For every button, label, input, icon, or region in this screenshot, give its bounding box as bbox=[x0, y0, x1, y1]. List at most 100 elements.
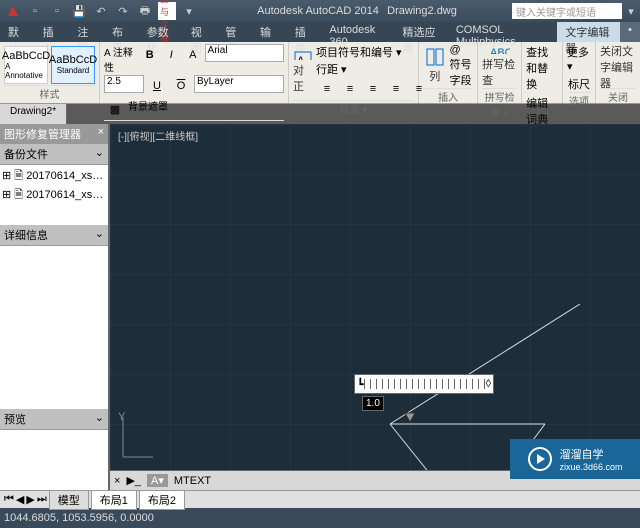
linespacing-dropdown[interactable]: 行距 ▾ bbox=[316, 61, 430, 77]
svg-text:Y: Y bbox=[118, 412, 126, 423]
tab-layout[interactable]: 布局 bbox=[104, 22, 139, 42]
align-justify-icon[interactable]: ≡ bbox=[385, 78, 407, 100]
workspace-indicator[interactable]: 草图与注释 bbox=[158, 2, 176, 20]
svg-text:A: A bbox=[297, 55, 305, 60]
layout-nav-last-icon[interactable]: ⏭ bbox=[37, 493, 47, 506]
section-backup[interactable]: 备份文件⌄ bbox=[0, 144, 108, 165]
text-style-standard[interactable]: AaBbCcD Standard bbox=[51, 46, 95, 84]
chevron-down-icon: ⌄ bbox=[95, 146, 104, 162]
cmd-close-icon[interactable]: × bbox=[114, 475, 120, 487]
column-grip-icon[interactable] bbox=[404, 412, 416, 424]
align-left-icon[interactable]: ≡ bbox=[316, 78, 338, 100]
tab-a360[interactable]: Autodesk 360 bbox=[321, 22, 394, 42]
justify-button[interactable]: A 对正 bbox=[293, 50, 313, 94]
ruler-toggle[interactable]: 标尺 bbox=[568, 76, 590, 92]
ribbon-tabs: 默认 插入 注释 布局 参数化 视图 管理 输出 插件 Autodesk 360… bbox=[0, 22, 640, 42]
underline-button[interactable]: U bbox=[146, 75, 168, 97]
align-right-icon[interactable]: ≡ bbox=[362, 78, 384, 100]
chevron-down-icon: ⌄ bbox=[95, 227, 104, 243]
panel-label-options: 选项 bbox=[567, 92, 591, 108]
tab-comsol[interactable]: COMSOL Multiphysics bbox=[448, 22, 558, 42]
cmd-prompt-icon: ▶_ bbox=[126, 474, 141, 487]
tree-item[interactable]: ⊞ 🗎 20170614_xshe... bbox=[2, 167, 106, 186]
redo-icon[interactable]: ↷ bbox=[114, 2, 132, 20]
tab-layout2[interactable]: 布局2 bbox=[139, 490, 185, 510]
palette-close-icon[interactable]: × bbox=[98, 126, 104, 142]
tab-view[interactable]: 视图 bbox=[183, 22, 218, 42]
columns-button[interactable]: 列 bbox=[423, 44, 447, 88]
chevron-down-icon: ⌄ bbox=[95, 411, 104, 427]
section-preview[interactable]: 预览⌄ bbox=[0, 409, 108, 430]
svg-text:ABC: ABC bbox=[490, 47, 510, 54]
help-icon[interactable]: ▾ bbox=[622, 2, 640, 20]
overline-button[interactable]: O bbox=[170, 75, 192, 97]
annotative-label: A 注释性 bbox=[104, 44, 138, 74]
text-style-annotative[interactable]: AaBbCcD A Annotative bbox=[4, 46, 48, 84]
tab-output[interactable]: 输出 bbox=[252, 22, 287, 42]
app-title: Autodesk AutoCAD 2014 Drawing2.dwg bbox=[202, 5, 512, 17]
find-replace-button[interactable]: 查找和替换 bbox=[526, 44, 558, 92]
palette-title: 图形修复管理器 × bbox=[0, 124, 108, 144]
italic-button[interactable]: I bbox=[162, 44, 182, 66]
app-logo[interactable] bbox=[4, 2, 22, 20]
more-options-button[interactable]: 更多 ▾ bbox=[567, 44, 591, 73]
text-ruler[interactable]: ┗ ◊ bbox=[354, 374, 494, 394]
tab-stop-icon[interactable]: ┗ bbox=[357, 378, 364, 391]
edit-dict-button[interactable]: 编辑词典 bbox=[526, 95, 558, 127]
text-height-input[interactable]: 2.5 bbox=[104, 75, 144, 93]
field-button[interactable]: 字段 bbox=[450, 72, 474, 88]
panel-label-insert: 插入 bbox=[423, 88, 473, 104]
layout-tabs: ⏮ ◀ ▶ ⏭ 模型 布局1 布局2 bbox=[0, 490, 640, 508]
symbol-button[interactable]: @ 符号 bbox=[450, 44, 474, 72]
tab-annotate[interactable]: 注释 bbox=[69, 22, 104, 42]
tab-text-editor[interactable]: 文字编辑器 bbox=[557, 22, 620, 42]
tab-insert[interactable]: 插入 bbox=[35, 22, 70, 42]
undo-icon[interactable]: ↶ bbox=[92, 2, 110, 20]
tab-model[interactable]: 模型 bbox=[49, 490, 89, 510]
print-icon[interactable]: 🖶 bbox=[136, 2, 154, 20]
details-pane bbox=[0, 246, 108, 409]
mask-label[interactable]: 背景遮罩 bbox=[128, 98, 168, 120]
layout-nav-next-icon[interactable]: ▶ bbox=[26, 493, 34, 506]
layout-nav-first-icon[interactable]: ⏮ bbox=[4, 493, 14, 506]
coords-readout: 1044.6805, 1053.5956, 0.0000 bbox=[4, 512, 154, 524]
ucs-icon: Y bbox=[118, 412, 158, 462]
panel-label-style: 样式 bbox=[4, 85, 95, 101]
search-input[interactable]: 键入关键字或短语 bbox=[512, 3, 622, 19]
cmd-text: MTEXT bbox=[174, 475, 211, 487]
bullets-dropdown[interactable]: 项目符号和编号 ▾ bbox=[316, 44, 430, 60]
tab-extra[interactable]: • bbox=[620, 22, 640, 42]
qat-dropdown-icon[interactable]: ▾ bbox=[180, 2, 198, 20]
color-dropdown[interactable]: ByLayer bbox=[194, 75, 284, 93]
watermark: 溜溜自学 zixue.3d66.com bbox=[510, 439, 640, 479]
text-input-value[interactable]: 1.0 bbox=[362, 396, 384, 411]
doc-tab-drawing2[interactable]: Drawing2* bbox=[0, 104, 67, 124]
tab-plugins[interactable]: 插件 bbox=[287, 22, 322, 42]
panel-label-spell[interactable]: 拼写检查 » bbox=[482, 88, 517, 119]
tab-parametric[interactable]: 参数化 bbox=[139, 22, 183, 42]
open-icon[interactable]: ▫ bbox=[48, 2, 66, 20]
recovery-palette: 图形修复管理器 × 备份文件⌄ ⊞ 🗎 20170614_xshe... ⊞ 🗎… bbox=[0, 124, 110, 490]
viewport[interactable]: [-][俯视][二维线框] ┗ ◊ 1.0 Y × ▶_ A▾ MTEXT bbox=[110, 124, 640, 490]
save-icon[interactable]: 💾 bbox=[70, 2, 88, 20]
layout-nav-prev-icon[interactable]: ◀ bbox=[16, 493, 24, 506]
mtext-editor[interactable]: ┗ ◊ 1.0 bbox=[354, 374, 494, 394]
close-editor-button[interactable]: 关闭文字编辑器 bbox=[600, 44, 636, 88]
cmd-indicator[interactable]: A▾ bbox=[147, 474, 168, 487]
tab-layout1[interactable]: 布局1 bbox=[91, 490, 137, 510]
section-details[interactable]: 详细信息⌄ bbox=[0, 225, 108, 246]
tree-item[interactable]: ⊞ 🗎 20170614_xshe... bbox=[2, 186, 106, 205]
font-dropdown[interactable]: Arial bbox=[205, 44, 284, 62]
tab-featured[interactable]: 精选应用 bbox=[395, 22, 448, 42]
spellcheck-button[interactable]: ABC 拼写检查 bbox=[482, 44, 517, 88]
align-center-icon[interactable]: ≡ bbox=[339, 78, 361, 100]
panel-label-paragraph[interactable]: 段落 ▾ bbox=[293, 100, 414, 116]
mask-icon[interactable]: ▩ bbox=[104, 98, 126, 120]
ruler-handle-icon[interactable]: ◊ bbox=[486, 378, 491, 390]
new-icon[interactable]: ▫ bbox=[26, 2, 44, 20]
bold-button[interactable]: B bbox=[140, 44, 160, 66]
viewport-label[interactable]: [-][俯视][二维线框] bbox=[118, 128, 198, 143]
tab-manage[interactable]: 管理 bbox=[217, 22, 252, 42]
backup-tree[interactable]: ⊞ 🗎 20170614_xshe... ⊞ 🗎 20170614_xshe..… bbox=[0, 165, 108, 225]
tab-default[interactable]: 默认 bbox=[0, 22, 35, 42]
